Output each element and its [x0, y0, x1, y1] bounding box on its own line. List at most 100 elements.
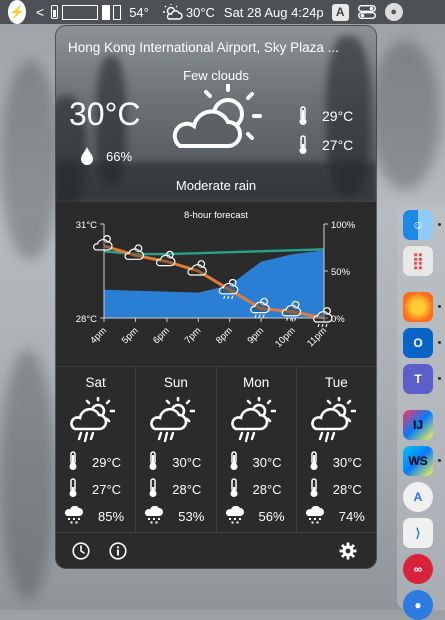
- forecast-chart-svg: 8-hour forecast 31°C 28°C 100% 50% 0% 4pm 5pm 6p…: [76, 210, 356, 350]
- day-low: 27°C: [68, 478, 121, 501]
- weather-icon[interactable]: [162, 0, 183, 24]
- day-high-value: 30°C: [252, 455, 282, 470]
- day-forecast-mon[interactable]: Mon 30°C 28°C 56%: [217, 367, 297, 533]
- low-temperature: 27°C: [298, 135, 353, 155]
- widget-footer: [56, 532, 376, 568]
- day-forecast-sun[interactable]: Sun 30°C 28°C 53%: [136, 367, 217, 533]
- left-tick-label: 31°C: [76, 220, 97, 231]
- menu-bar: ⚡ < 54° 30°C Sat 28 Aug 4:24p A ●: [0, 0, 445, 24]
- background-tree: [0, 60, 60, 260]
- sun-cloud-rain-icon: [310, 396, 357, 448]
- humidity: 66%: [80, 146, 132, 166]
- hourly-weather-icon: [93, 235, 113, 251]
- current-temperature: 30°C: [69, 96, 141, 132]
- background-tree: [370, 40, 440, 190]
- location-label[interactable]: Hong Kong International Airport, Sky Pla…: [68, 40, 339, 55]
- day-low: 28°C: [229, 478, 282, 501]
- rain-cloud-icon: [64, 505, 84, 527]
- rain-cloud-icon: [305, 505, 325, 527]
- dock-app-maps[interactable]: ●: [403, 590, 433, 620]
- thermometer-high-icon: [299, 106, 307, 125]
- forecast-chart[interactable]: 8-hour forecast 31°C 28°C 100% 50% 0% 4pm 5pm 6p…: [56, 204, 376, 364]
- chevron-left-icon[interactable]: <: [36, 0, 44, 24]
- thermometer-high-icon: [68, 451, 78, 474]
- day-forecast-tue[interactable]: Tue 30°C 28°C 74%: [297, 367, 376, 533]
- menubar-clock[interactable]: Sat 28 Aug 4:24p: [224, 0, 324, 24]
- high-temperature-value: 29°C: [322, 108, 354, 124]
- droplet-icon: [81, 147, 93, 165]
- day-forecast-sat[interactable]: Sat 29°C 27°C 85%: [56, 367, 137, 533]
- thermometer-low-icon: [299, 135, 307, 154]
- day-high: 30°C: [229, 451, 282, 474]
- day-rain-value: 56%: [258, 509, 285, 524]
- running-indicator: [438, 223, 441, 226]
- input-source-indicator[interactable]: A: [331, 3, 349, 21]
- weather-widget: Hong Kong International Airport, Sky Pla…: [56, 26, 376, 568]
- day-rain-value: 53%: [178, 509, 205, 524]
- right-tick-label: 0%: [331, 314, 345, 325]
- day-high-value: 30°C: [172, 455, 202, 470]
- thermometer-high-icon: [148, 451, 158, 474]
- high-temperature: 29°C: [298, 106, 353, 126]
- thermometer-low-icon: [309, 478, 319, 501]
- running-indicator: [438, 305, 441, 308]
- clock-icon[interactable]: [72, 542, 90, 565]
- dock-app-finder[interactable]: ☺: [403, 210, 433, 240]
- x-tick-label: 4pm: [88, 325, 109, 346]
- thermometer-high-icon: [309, 451, 319, 474]
- condition-label: Few clouds: [183, 68, 249, 83]
- partly-cloudy-icon: [170, 83, 262, 159]
- chart-title: 8-hour forecast: [184, 210, 248, 221]
- dock-app-launchpad[interactable]: ⣿: [403, 246, 433, 276]
- menubar-temperature[interactable]: 30°C: [186, 0, 215, 24]
- dock: ☺ ⣿ O T IJ WS A ⟩ ∞ ●: [397, 206, 445, 620]
- rain-cloud-icon: [144, 505, 164, 527]
- dock-app-teams[interactable]: T: [403, 364, 433, 394]
- day-high-value: 29°C: [92, 455, 122, 470]
- day-high: 30°C: [309, 451, 362, 474]
- rain-cloud-icon: [225, 505, 245, 527]
- x-tick-label: 10pm: [273, 325, 298, 350]
- info-icon[interactable]: [109, 542, 127, 565]
- day-low-value: 28°C: [332, 482, 362, 497]
- gear-icon[interactable]: [339, 542, 357, 565]
- day-low-value: 28°C: [172, 482, 202, 497]
- dock-app-mendeley[interactable]: ∞: [403, 554, 433, 584]
- cpu-bar-2[interactable]: [113, 4, 122, 20]
- low-temperature-value: 27°C: [322, 137, 354, 153]
- phone-icon[interactable]: [51, 5, 59, 19]
- sun-cloud-rain-icon: [230, 396, 276, 448]
- weather-description: Moderate rain: [175, 178, 257, 193]
- dock-app-intellij[interactable]: IJ: [403, 410, 433, 440]
- day-name: Sun: [163, 375, 188, 390]
- battery-percent[interactable]: 54°: [129, 0, 149, 24]
- background-tree: [0, 350, 55, 600]
- dock-app-webstorm[interactable]: WS: [403, 446, 433, 476]
- right-tick-label: 50%: [331, 267, 351, 278]
- thermometer-low-icon: [148, 478, 158, 501]
- dock-app-android-studio[interactable]: A: [403, 482, 433, 512]
- day-low-value: 28°C: [252, 482, 282, 497]
- dock-app-outlook[interactable]: O: [403, 328, 433, 358]
- control-center-icon[interactable]: [357, 0, 376, 24]
- day-name: Sat: [85, 375, 106, 390]
- day-rain: 85%: [64, 505, 125, 527]
- dock-app-firefox[interactable]: [403, 292, 433, 322]
- running-indicator: [438, 341, 441, 344]
- day-rain: 74%: [305, 505, 365, 527]
- cpu-bar[interactable]: [102, 4, 111, 20]
- day-name: Tue: [324, 375, 348, 390]
- right-tick-label: 100%: [331, 220, 356, 231]
- running-indicator: [438, 459, 441, 462]
- bolt-icon[interactable]: ⚡: [8, 0, 26, 24]
- memory-bar[interactable]: [62, 4, 99, 20]
- dock-app-vscode[interactable]: ⟩: [403, 518, 433, 548]
- user-avatar[interactable]: ●: [384, 3, 403, 21]
- day-rain-value: 85%: [98, 509, 125, 524]
- x-tick-label: 5pm: [120, 325, 141, 346]
- thermometer-high-icon: [229, 451, 239, 474]
- daily-forecast: Sat 29°C 27°C 85% Sun 30°C 28°C 53% Mon 30°C 28°C 5…: [56, 366, 376, 533]
- day-name: Mon: [242, 375, 270, 390]
- x-tick-label: 6pm: [151, 325, 172, 346]
- x-tick-label: 9pm: [245, 325, 266, 346]
